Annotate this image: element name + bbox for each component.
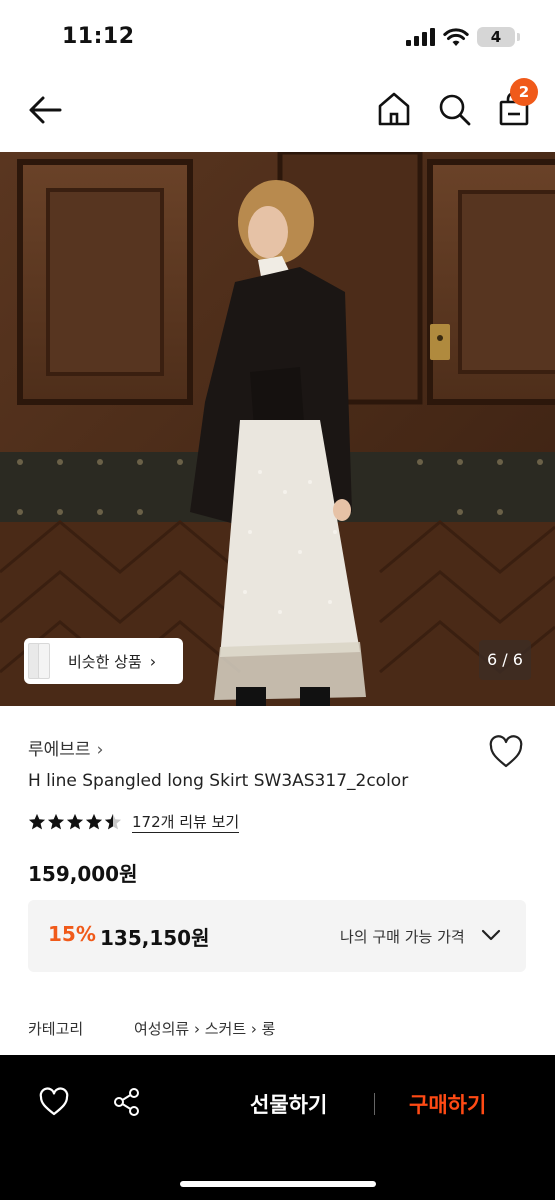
photo-counter: 6 / 6 [479, 640, 531, 680]
search-icon[interactable] [436, 90, 472, 128]
brand-link[interactable]: 루에브르 › [28, 735, 103, 760]
brand-name: 루에브르 [28, 740, 91, 760]
similar-products-label: 비슷한 상품 [68, 652, 142, 671]
half-star-icon [104, 813, 122, 830]
original-price: 159,000원 [28, 862, 138, 886]
status-bar: 11:12 4 [0, 0, 555, 70]
share-icon[interactable] [112, 1087, 142, 1117]
star-rating [28, 813, 122, 831]
heart-icon[interactable] [38, 1087, 70, 1117]
star-icon [85, 813, 103, 830]
similar-products-thumbnail [24, 638, 52, 684]
chevron-down-icon[interactable] [480, 926, 502, 944]
cart-count-badge: 2 [510, 78, 538, 106]
wifi-icon [443, 28, 469, 46]
category-breadcrumb[interactable]: 여성의류 › 스커트 › 롱 [134, 1018, 275, 1039]
gift-button[interactable]: 선물하기 [250, 1089, 327, 1119]
product-title: H line Spangled long Skirt SW3AS317_2col… [28, 771, 409, 791]
signal-icon [406, 28, 436, 46]
sale-price: 135,150원 [100, 926, 210, 950]
discount-rate: 15% [48, 922, 96, 946]
chevron-right-icon: › [96, 740, 104, 760]
battery-indicator: 4 [477, 27, 515, 47]
buy-button[interactable]: 구매하기 [409, 1089, 486, 1119]
back-arrow-icon[interactable] [26, 92, 66, 128]
star-icon [47, 813, 65, 830]
category-label: 카테고리 [28, 1020, 84, 1038]
rating-row: 172개 리뷰 보기 [28, 809, 240, 835]
home-icon[interactable] [376, 90, 412, 128]
top-navigation: 2 [0, 70, 555, 152]
star-icon [28, 813, 46, 830]
battery-nub [517, 33, 520, 41]
similar-products-button[interactable]: 비슷한 상품 › [24, 638, 183, 684]
heart-icon[interactable] [488, 735, 524, 769]
divider [374, 1093, 375, 1115]
home-indicator [180, 1181, 376, 1187]
status-time: 11:12 [62, 24, 135, 49]
product-photo[interactable]: 비슷한 상품 › 6 / 6 [0, 152, 555, 706]
my-price-label: 나의 구매 가능 가격 [340, 928, 465, 946]
bottom-action-bar: 선물하기 구매하기 [0, 1055, 555, 1200]
product-photo-image [0, 152, 555, 706]
my-price-box[interactable]: 15% 135,150원 나의 구매 가능 가격 [28, 900, 526, 972]
star-icon [66, 813, 84, 830]
review-link[interactable]: 172개 리뷰 보기 [132, 812, 240, 833]
chevron-right-icon: › [149, 651, 157, 671]
